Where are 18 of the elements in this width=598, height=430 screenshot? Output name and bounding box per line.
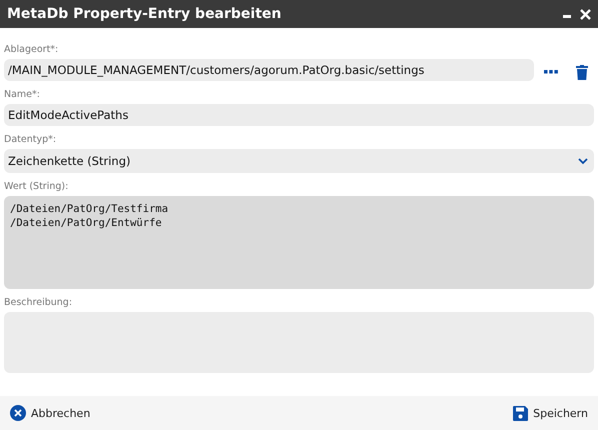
window-title: MetaDb Property-Entry bearbeiten [7, 6, 282, 22]
value-field[interactable]: /Dateien/PatOrg/Testfirma /Dateien/PatOrg/Entwürfe [4, 196, 594, 289]
close-icon [10, 405, 26, 421]
save-icon [513, 406, 528, 420]
chevron-down-icon [578, 158, 588, 165]
save-button[interactable]: Speichern [511, 404, 590, 422]
path-field[interactable]: /MAIN_MODULE_MANAGEMENT/customers/agorum.PatOrg.basic/settings [4, 59, 534, 81]
more-icon[interactable] [544, 70, 558, 74]
field-label: Datentyp*: [4, 134, 58, 145]
close-icon[interactable] [580, 8, 591, 20]
field-label: Beschreibung: [4, 297, 74, 308]
trash-icon[interactable] [576, 64, 588, 80]
field-label: Ablageort*: [4, 44, 60, 55]
name-field[interactable]: EditModeActivePaths [4, 104, 594, 126]
field-label: Wert (String): [4, 181, 70, 192]
type-dropdown[interactable]: Zeichenkette (String) [4, 149, 594, 173]
cancel-button[interactable]: Abbrechen [8, 403, 92, 423]
field-label: Name*: [4, 89, 41, 100]
